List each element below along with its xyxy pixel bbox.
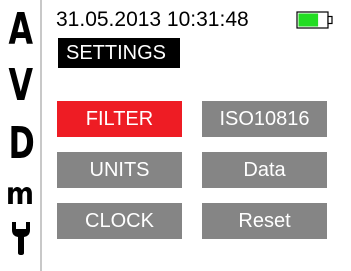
page-title: SETTINGS <box>58 38 180 68</box>
units-button[interactable]: UNITS <box>57 152 182 188</box>
battery-icon <box>296 11 333 29</box>
device-screen: A V D m 31.05.2013 10:31:48 SETTINGS FIL… <box>0 0 351 271</box>
mode-key-memory[interactable]: m <box>6 180 35 210</box>
mode-key-acceleration[interactable]: A <box>8 8 33 52</box>
reset-button[interactable]: Reset <box>202 203 327 239</box>
clock-button[interactable]: CLOCK <box>57 203 182 239</box>
mode-bar-divider <box>40 0 42 271</box>
mode-key-velocity[interactable]: V <box>8 64 33 108</box>
filter-button[interactable]: FILTER <box>57 101 182 137</box>
data-button[interactable]: Data <box>202 152 327 188</box>
mode-key-displacement[interactable]: D <box>8 122 34 166</box>
datetime-display: 31.05.2013 10:31:48 <box>56 8 249 31</box>
iso10816-button[interactable]: ISO10816 <box>202 101 327 137</box>
mode-bar: A V D m <box>0 0 42 271</box>
wrench-icon[interactable] <box>8 220 34 256</box>
